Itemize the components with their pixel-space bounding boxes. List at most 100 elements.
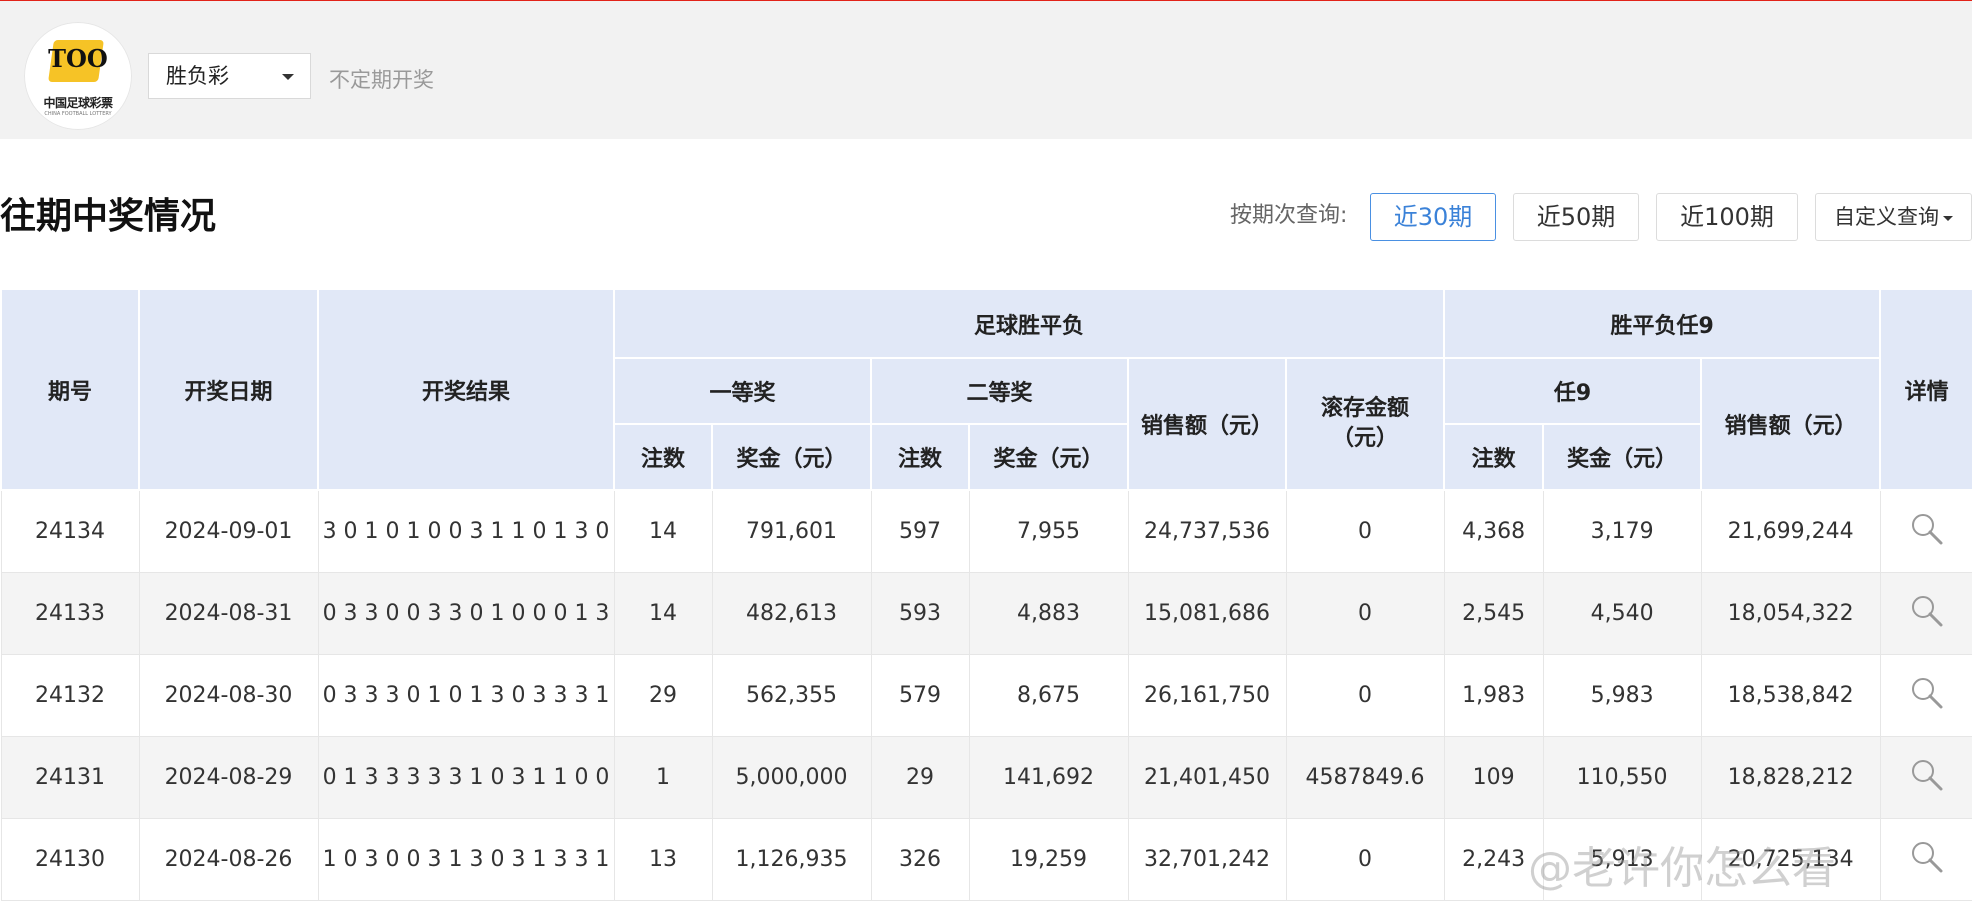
header-second-amount: 奖金（元） [968, 423, 1129, 491]
magnifier-icon[interactable] [1910, 758, 1944, 792]
header-issue: 期号 [0, 288, 140, 491]
cell-sales: 32,701,242 [1127, 818, 1287, 901]
table-row: 24133 2024-08-31 0 3 3 0 0 3 3 0 1 0 0 0… [0, 572, 1972, 655]
lottery-logo[interactable]: TOO 中国足球彩票 CHINA FOOTBALL LOTTERY [24, 22, 132, 130]
header-first-count: 注数 [613, 423, 713, 491]
cell-second-count: 29 [870, 736, 970, 819]
page-title: 往期中奖情况 [0, 196, 217, 237]
cell-first-prize: 1,126,935 [711, 818, 872, 901]
section-title-row: 往期中奖情况 按期次查询: 近30期 近50期 近100期 自定义查询 [0, 139, 1972, 292]
results-table: 期号 开奖日期 开奖结果 足球胜平负 胜平负任9 详情 一等奖 二等奖 销售额（… [0, 288, 1972, 901]
query-100-label: 近100期 [1680, 203, 1774, 231]
cell-second-prize: 7,955 [968, 489, 1129, 573]
cell-issue: 24131 [0, 736, 140, 819]
cell-first-count: 14 [613, 489, 713, 573]
cell-date: 2024-08-30 [138, 654, 319, 737]
game-select[interactable]: 胜负彩 [148, 53, 311, 99]
table-row: 24132 2024-08-30 0 3 3 3 0 1 0 1 3 0 3 3… [0, 654, 1972, 737]
header-ren9-amount: 奖金（元） [1542, 423, 1703, 491]
cell-issue: 24130 [0, 818, 140, 901]
cell-first-prize: 482,613 [711, 572, 872, 655]
cell-first-count: 1 [613, 736, 713, 819]
cell-second-prize: 141,692 [968, 736, 1129, 819]
watermark-text: @老许你怎么看 [1528, 843, 1836, 894]
cell-second-count: 593 [870, 572, 970, 655]
query-50-button[interactable]: 近50期 [1513, 193, 1639, 241]
logo-mark: TOO [48, 44, 108, 73]
cell-result: 3 0 1 0 1 0 0 3 1 1 0 1 3 0 [317, 489, 615, 573]
cell-date: 2024-08-31 [138, 572, 319, 655]
cell-r9-prize: 4,540 [1542, 572, 1702, 655]
cell-r9-prize: 110,550 [1542, 736, 1702, 819]
cell-r9-count: 4,368 [1443, 489, 1544, 573]
query-30-label: 近30期 [1393, 203, 1473, 231]
header-group-ren9: 胜平负任9 [1443, 288, 1882, 359]
header-first-amount: 奖金（元） [711, 423, 872, 491]
cell-rollover: 0 [1285, 654, 1445, 737]
cell-r9-prize: 5,983 [1542, 654, 1702, 737]
logo-en-text: CHINA FOOTBALL LOTTERY [44, 111, 112, 117]
header-sales: 销售额（元） [1127, 357, 1287, 491]
query-label: 按期次查询: [1230, 203, 1348, 228]
cell-r9-prize: 3,179 [1542, 489, 1702, 573]
cell-rollover: 0 [1285, 818, 1445, 901]
query-100-button[interactable]: 近100期 [1656, 193, 1798, 241]
magnifier-icon[interactable] [1910, 676, 1944, 710]
header-rollover: 滚存金额（元） [1284, 357, 1446, 491]
cell-rollover: 0 [1285, 572, 1445, 655]
table-row: 24131 2024-08-29 0 1 3 3 3 3 3 1 0 3 1 1… [0, 736, 1972, 819]
cell-detail [1879, 489, 1972, 573]
cell-issue: 24133 [0, 572, 140, 655]
cell-sales: 21,401,450 [1127, 736, 1287, 819]
header-ren9: 任9 [1443, 357, 1703, 425]
cell-issue: 24134 [0, 489, 140, 573]
cell-first-count: 14 [613, 572, 713, 655]
header-second-count: 注数 [870, 423, 970, 491]
cell-first-count: 29 [613, 654, 713, 737]
draw-schedule-note: 不定期开奖 [329, 68, 434, 92]
magnifier-icon[interactable] [1910, 840, 1944, 874]
cell-second-count: 579 [870, 654, 970, 737]
table-row: 24134 2024-09-01 3 0 1 0 1 0 0 3 1 1 0 1… [0, 489, 1972, 573]
cell-r9-count: 1,983 [1443, 654, 1544, 737]
header-second-prize: 二等奖 [870, 357, 1129, 425]
cell-rollover: 0 [1285, 489, 1445, 573]
page-header: TOO 中国足球彩票 CHINA FOOTBALL LOTTERY 胜负彩 不定… [0, 6, 1972, 139]
cell-result: 0 3 3 3 0 1 0 1 3 0 3 3 3 1 [317, 654, 615, 737]
cell-first-count: 13 [613, 818, 713, 901]
header-date: 开奖日期 [138, 288, 319, 491]
cell-first-prize: 5,000,000 [711, 736, 872, 819]
cell-r9-count: 2,545 [1443, 572, 1544, 655]
header-first-prize: 一等奖 [613, 357, 872, 425]
magnifier-icon[interactable] [1910, 512, 1944, 546]
cell-second-prize: 19,259 [968, 818, 1129, 901]
cell-second-prize: 8,675 [968, 654, 1129, 737]
cell-date: 2024-08-26 [138, 818, 319, 901]
cell-result: 1 0 3 0 0 3 1 3 0 3 1 3 3 1 [317, 818, 615, 901]
header-ren9-count: 注数 [1443, 423, 1545, 491]
cell-date: 2024-09-01 [138, 489, 319, 573]
game-select-value: 胜负彩 [166, 64, 229, 88]
cell-second-prize: 4,883 [968, 572, 1129, 655]
cell-rollover: 4587849.6 [1285, 736, 1445, 819]
cell-r9-count: 109 [1443, 736, 1544, 819]
custom-query-dropdown[interactable]: 自定义查询 [1815, 193, 1972, 241]
query-30-button[interactable]: 近30期 [1370, 193, 1496, 241]
cell-result: 0 3 3 0 0 3 3 0 1 0 0 0 1 3 [317, 572, 615, 655]
magnifier-icon[interactable] [1910, 594, 1944, 628]
cell-first-prize: 562,355 [711, 654, 872, 737]
cell-detail [1879, 572, 1972, 655]
cell-second-count: 597 [870, 489, 970, 573]
cell-r9-sales: 18,538,842 [1700, 654, 1881, 737]
cell-first-prize: 791,601 [711, 489, 872, 573]
cell-detail [1879, 654, 1972, 737]
cell-detail [1879, 818, 1972, 901]
cell-sales: 15,081,686 [1127, 572, 1287, 655]
header-group-football: 足球胜平负 [612, 288, 1446, 359]
cell-detail [1879, 736, 1972, 819]
logo-cn-text: 中国足球彩票 [43, 96, 113, 110]
cell-result: 0 1 3 3 3 3 3 1 0 3 1 1 0 0 [317, 736, 615, 819]
caret-down-icon [1943, 215, 1953, 221]
cell-r9-sales: 21,699,244 [1700, 489, 1881, 573]
header-detail: 详情 [1879, 288, 1972, 491]
